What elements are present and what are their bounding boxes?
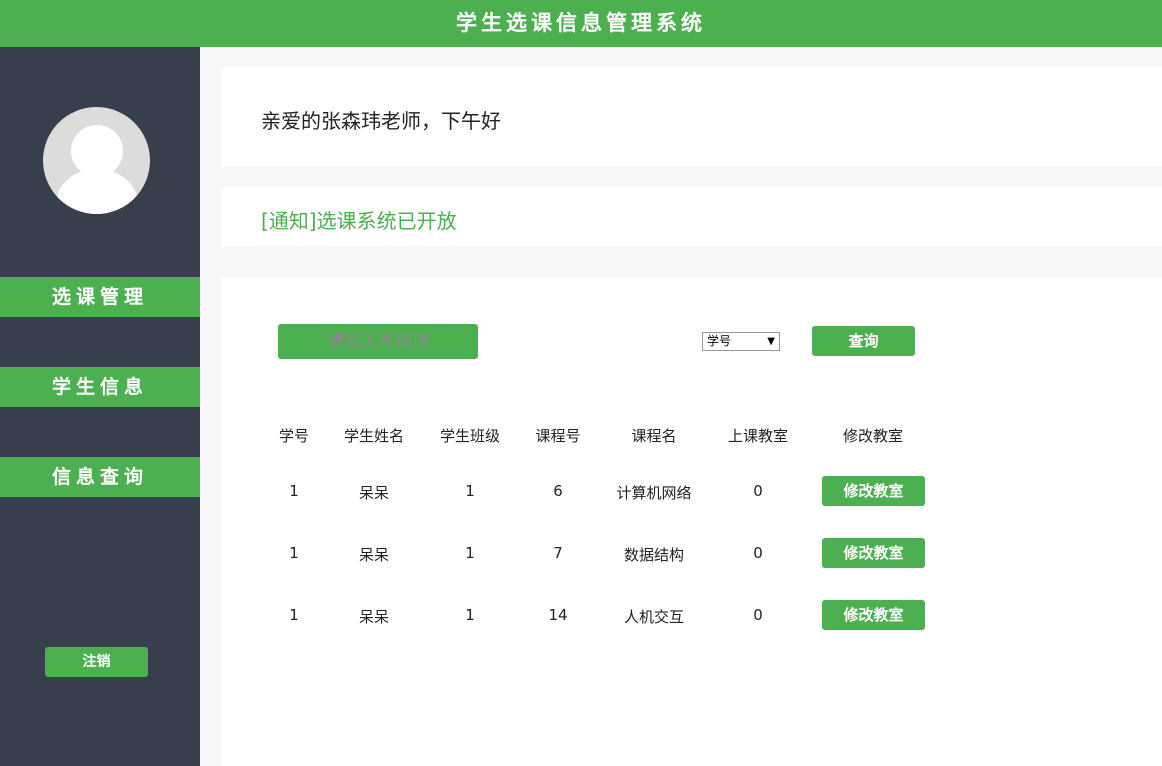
main-panel: 学号 ▼ 查询 学号 学生姓名 学生班级 课程号 课程名 上课教室 修改教室 1… (221, 277, 1162, 766)
cell-course-no: 6 (553, 482, 563, 500)
cell-student-name: 呆呆 (359, 544, 389, 565)
cell-student-class: 1 (465, 606, 475, 624)
column-header: 课程名 (631, 425, 676, 446)
chevron-down-icon: ▼ (767, 333, 775, 350)
column-header: 学号 (279, 425, 309, 446)
edit-classroom-button[interactable]: 修改教室 (822, 538, 925, 568)
notice-card: [通知]选课系统已开放 (221, 187, 1162, 246)
cell-course-no: 7 (553, 544, 563, 562)
cell-classroom: 0 (753, 606, 763, 624)
query-button[interactable]: 查询 (812, 326, 915, 356)
avatar-body-shape (56, 169, 138, 214)
greeting-text: 亲爱的张森玮老师，下午好 (261, 105, 501, 134)
notice-text: [通知]选课系统已开放 (261, 205, 457, 234)
cell-course-no: 14 (548, 606, 567, 624)
edit-classroom-button[interactable]: 修改教室 (822, 600, 925, 630)
cell-student-class: 1 (465, 482, 475, 500)
sidebar-item-course-management[interactable]: 选课管理 (0, 277, 200, 317)
cell-student-id: 1 (289, 482, 299, 500)
cell-student-id: 1 (289, 606, 299, 624)
column-header: 上课教室 (728, 425, 788, 446)
search-field-select[interactable]: 学号 ▼ (702, 332, 780, 351)
sidebar-item-student-info[interactable]: 学生信息 (0, 367, 200, 407)
sidebar-item-info-query[interactable]: 信息查询 (0, 457, 200, 497)
column-header: 学生姓名 (344, 425, 404, 446)
cell-student-id: 1 (289, 544, 299, 562)
column-header: 课程号 (535, 425, 580, 446)
cell-course-name: 数据结构 (624, 544, 684, 565)
cell-classroom: 0 (753, 544, 763, 562)
cell-course-name: 人机交互 (624, 606, 684, 627)
cell-student-name: 呆呆 (359, 606, 389, 627)
column-header: 修改教室 (843, 425, 903, 446)
app-title: 学生选课信息管理系统 (0, 0, 1162, 47)
edit-classroom-button[interactable]: 修改教室 (822, 476, 925, 506)
cell-student-name: 呆呆 (359, 482, 389, 503)
select-value: 学号 (707, 334, 731, 348)
sidebar: 选课管理 学生信息 信息查询 注销 (0, 47, 200, 766)
cell-course-name: 计算机网络 (616, 482, 691, 503)
cell-student-class: 1 (465, 544, 475, 562)
column-header: 学生班级 (440, 425, 500, 446)
cell-classroom: 0 (753, 482, 763, 500)
avatar (43, 107, 150, 214)
search-input[interactable] (278, 324, 478, 359)
greeting-card: 亲爱的张森玮老师，下午好 (221, 67, 1162, 166)
logout-button[interactable]: 注销 (45, 647, 148, 677)
